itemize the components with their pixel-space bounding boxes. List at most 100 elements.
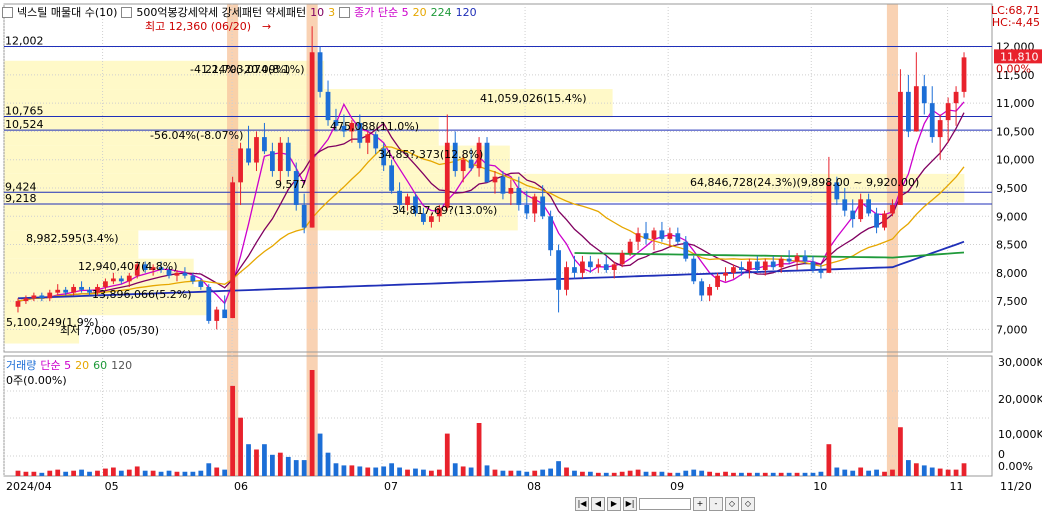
volume-bar xyxy=(587,471,593,476)
volume-bar xyxy=(882,471,887,476)
legend-ma-label: 종가 단순 5 xyxy=(354,6,409,19)
x-tick-label: 06 xyxy=(234,480,248,493)
zoom-out-button[interactable]: - xyxy=(709,497,723,511)
x-tick-label: 07 xyxy=(384,480,398,493)
zoom-in-button[interactable]: + xyxy=(693,497,707,511)
candle-body xyxy=(254,137,259,163)
volume-bar xyxy=(230,385,236,476)
shape-button[interactable]: ◇ xyxy=(725,497,739,511)
volume-bar xyxy=(79,469,84,476)
volume-bar xyxy=(770,472,776,476)
legend-toggle-box[interactable] xyxy=(339,6,351,18)
volume-bar xyxy=(754,472,760,476)
volume-bar xyxy=(874,469,879,476)
volume-bar xyxy=(842,469,848,476)
candle-body xyxy=(580,261,585,273)
volume-bar xyxy=(953,469,959,476)
volume-bar xyxy=(786,472,792,476)
candle-body xyxy=(182,272,188,276)
candle-body xyxy=(15,301,21,307)
candle-body xyxy=(794,255,800,262)
volume-bar xyxy=(190,471,196,476)
candle-body xyxy=(262,137,267,152)
candle-body xyxy=(858,199,864,220)
candle-body xyxy=(214,309,220,321)
volume-tick-label: 20,000K xyxy=(998,393,1042,406)
volume-bar xyxy=(611,472,617,476)
candle-body xyxy=(874,213,879,228)
volume-bar xyxy=(794,472,800,476)
volume-bar xyxy=(643,471,649,476)
scroll-slider[interactable] xyxy=(639,498,691,510)
volume-bar xyxy=(460,466,466,476)
candle-body xyxy=(556,250,561,290)
volume-legend-ma-60: 60 xyxy=(93,358,108,372)
volume-bar xyxy=(476,423,482,476)
shape-button[interactable]: ◇ xyxy=(741,497,755,511)
stock-chart: 12,002 10,765 10,524 9,424 9,218 2024/04 05 06… xyxy=(0,0,1042,513)
candle-body xyxy=(365,134,371,143)
next-button[interactable]: ▶ xyxy=(607,497,621,511)
volume-bar xyxy=(277,452,283,476)
volume-bar xyxy=(198,470,204,476)
y-tick-label: 9,500 xyxy=(996,182,1028,195)
candle-body xyxy=(564,267,569,290)
volume-bar xyxy=(921,465,927,476)
candle-body xyxy=(731,267,736,273)
last-button[interactable]: ▶| xyxy=(623,497,637,511)
candle-body xyxy=(627,241,633,254)
x-tick-label: 2024/04 xyxy=(6,480,52,493)
candle-body xyxy=(269,151,275,172)
volume-bar xyxy=(898,427,903,476)
volume-bar xyxy=(357,466,363,476)
candle-body xyxy=(603,264,609,270)
chart-annotation: 64,846,728(24.3%)(9,898.00 ~ 9,920.00) xyxy=(690,176,919,189)
candle-body xyxy=(699,281,705,296)
prev-button[interactable]: ◀ xyxy=(591,497,605,511)
legend-ma-10: 10 xyxy=(310,5,325,19)
chart-annotation: -56.04%(-8.07%) xyxy=(150,129,243,142)
volume-sub: 0주(0.00%) xyxy=(6,374,67,387)
last-change-text: 0.00% xyxy=(996,62,1031,75)
y-tick-label: 7,500 xyxy=(996,295,1028,308)
first-button[interactable]: |◀ xyxy=(575,497,589,511)
candle-body xyxy=(484,142,490,183)
x-tick-label: 08 xyxy=(527,480,541,493)
candle-body xyxy=(643,233,649,239)
y-tick-label: 7,000 xyxy=(996,323,1028,336)
legend-toggle-box[interactable] xyxy=(2,6,13,18)
candle-body xyxy=(508,188,514,194)
candle-body xyxy=(325,91,331,121)
candle-body xyxy=(882,213,887,228)
candle-body xyxy=(945,103,951,121)
volume-bar xyxy=(214,467,220,476)
volume-bar xyxy=(905,460,911,476)
volume-legend-ma-20: 20 xyxy=(75,358,90,372)
volume-bar xyxy=(31,471,37,476)
candle-body xyxy=(611,264,617,270)
volume-bar xyxy=(309,370,315,476)
volume-bar xyxy=(945,469,951,476)
volume-bar xyxy=(707,471,713,476)
candle-body xyxy=(55,289,61,293)
volume-bar xyxy=(659,471,665,476)
legend-toggle-box[interactable] xyxy=(121,6,133,18)
candle-body xyxy=(572,267,577,273)
legend-subtitle: 500억봉강세약세 강세패턴 약세패턴 xyxy=(136,6,307,19)
volume-bar xyxy=(95,470,100,476)
volume-bar xyxy=(381,466,387,476)
volume-bar xyxy=(333,463,339,476)
volume-bar xyxy=(651,471,657,476)
volume-bar xyxy=(937,468,943,476)
volume-bar xyxy=(723,471,728,476)
volume-bar xyxy=(532,470,538,476)
volume-bar xyxy=(913,463,919,476)
candle-body xyxy=(715,275,720,287)
candle-body xyxy=(47,292,53,299)
volume-bar xyxy=(373,467,379,476)
volume-bar xyxy=(564,467,569,476)
candle-body xyxy=(691,258,697,282)
candle-body xyxy=(619,253,625,265)
volume-bar xyxy=(285,456,291,476)
volume-bar xyxy=(810,472,816,476)
